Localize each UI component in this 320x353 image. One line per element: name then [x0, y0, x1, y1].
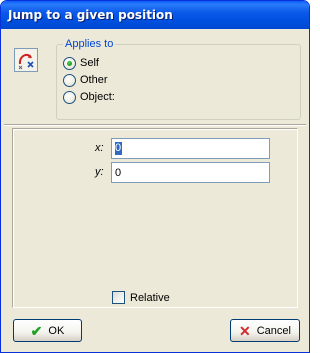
cancel-label: Cancel — [256, 324, 291, 337]
y-input[interactable] — [111, 162, 270, 183]
section-separator — [4, 124, 306, 126]
ok-button[interactable]: ✔ OK — [13, 319, 82, 342]
x-input[interactable] — [111, 138, 270, 159]
cancel-button[interactable]: ✕ Cancel — [230, 319, 300, 342]
relative-checkbox-box[interactable] — [112, 291, 125, 304]
applies-to-legend: Applies to — [63, 38, 116, 50]
radio-self[interactable]: Self — [63, 56, 99, 70]
x-selected-text: 0 — [115, 142, 122, 154]
title-bar[interactable]: Jump to a given position — [1, 1, 309, 29]
applies-to-section: Applies to Self Other Object: — [6, 31, 305, 125]
radio-other-label: Other — [80, 74, 108, 86]
jump-dialog: Jump to a given position Applies to Self — [0, 0, 310, 353]
ok-label: OK — [48, 324, 65, 337]
radio-object[interactable]: Object: — [63, 90, 115, 104]
radio-other[interactable]: Other — [63, 73, 108, 87]
x-label: x: — [95, 142, 104, 154]
dialog-body: Applies to Self Other Object: x: 0 y — [4, 29, 306, 350]
relative-checkbox[interactable]: Relative — [112, 291, 170, 304]
arguments-panel: x: 0 y: Relative — [12, 128, 298, 308]
window-title: Jump to a given position — [8, 8, 173, 22]
radio-other-button[interactable] — [63, 73, 76, 87]
radio-self-button[interactable] — [63, 56, 76, 70]
relative-label: Relative — [130, 291, 170, 304]
radio-object-button[interactable] — [63, 90, 76, 104]
radio-self-label: Self — [80, 57, 99, 69]
radio-object-label: Object: — [80, 91, 115, 103]
checkmark-icon: ✔ — [30, 322, 43, 339]
jump-arrow-icon — [14, 48, 38, 72]
y-label: y: — [95, 166, 104, 178]
red-x-icon: ✕ — [239, 322, 251, 339]
